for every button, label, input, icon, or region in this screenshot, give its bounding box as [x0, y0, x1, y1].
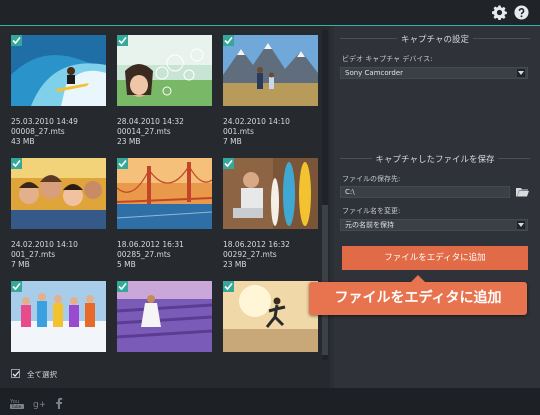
rename-label: ファイル名を変更: [342, 207, 401, 215]
thumbnail-surfer[interactable] [11, 35, 106, 106]
file-date: 24.02.2010 14:10 [223, 117, 290, 126]
runner-sunset-image [223, 281, 318, 352]
golden-gate-bridge-image [117, 158, 212, 229]
chevron-down-icon[interactable] [517, 69, 525, 77]
file-name: 001_27.mts [11, 250, 56, 259]
thumbnail-laptop-surfboards[interactable] [223, 158, 318, 229]
thumbnail-runner-sunset[interactable] [223, 281, 318, 352]
file-name: 00008_27.mts [11, 127, 65, 136]
thumbnail-checkbox[interactable] [117, 281, 128, 292]
file-name: 00292_27.mts [223, 250, 277, 259]
thumbnail-checkbox[interactable] [117, 158, 128, 169]
thumbnail-bubbles[interactable] [117, 35, 212, 106]
thumbnail-info: 24.02.2010 14:10 001_27.mts 7 MB [11, 240, 111, 270]
device-select-value: Sony Camcorder [345, 69, 404, 77]
save-location-label: ファイルの保存先: [342, 175, 401, 183]
capture-settings-title: キャプチャの設定 [397, 35, 473, 45]
checkbox-box[interactable] [11, 369, 20, 378]
file-size: 23 MB [117, 137, 141, 146]
file-name: 001.mts [223, 127, 254, 136]
bubbles-image [117, 35, 212, 106]
file-size: 23 MB [223, 260, 247, 269]
thumbnail-info: 24.02.2010 14:10 001.mts 7 MB [223, 117, 323, 147]
rename-select[interactable]: 元の名前を保持 [340, 219, 528, 231]
callout-pointer [410, 275, 426, 283]
add-to-editor-button[interactable]: ファイルをエディタに追加 [342, 246, 528, 270]
thumbnail-friends-selfie[interactable] [11, 158, 106, 229]
thumbnail-info: 18.06.2012 16:31 00285_27.mts 5 MB [117, 240, 217, 270]
thumbnail-info: 28.04.2010 14:32 00014_27.mts 23 MB [117, 117, 217, 147]
thumbnail-mountains[interactable] [223, 35, 318, 106]
file-size: 7 MB [223, 137, 242, 146]
thumbnail-info: 18.06.2012 16:32 00292_27.mts 23 MB [223, 240, 323, 270]
folder-icon[interactable] [516, 187, 529, 197]
thumbnail-checkbox[interactable] [223, 35, 234, 46]
file-date: 25.03.2010 14:49 [11, 117, 78, 126]
help-icon[interactable] [514, 5, 529, 20]
capture-settings-heading: キャプチャの設定 [340, 33, 530, 45]
bottom-bar [0, 388, 540, 415]
gear-icon[interactable] [492, 5, 507, 20]
laptop-surfboards-image [223, 158, 318, 229]
mountains-image [223, 35, 318, 106]
thumbnail-checkbox[interactable] [11, 158, 22, 169]
file-date: 28.04.2010 14:32 [117, 117, 184, 126]
facebook-icon[interactable] [55, 397, 63, 409]
gallery-scrollbar-thumb[interactable] [322, 205, 328, 355]
file-name: 00285_27.mts [117, 250, 171, 259]
rename-select-value: 元の名前を保持 [345, 221, 394, 229]
device-select[interactable]: Sony Camcorder [340, 67, 528, 79]
thumbnail-info: 25.03.2010 14:49 00008_27.mts 43 MB [11, 117, 111, 147]
chevron-down-icon[interactable] [517, 221, 525, 229]
ski-group-image [11, 281, 106, 352]
device-label: ビデオ キャプチャ デバイス: [342, 55, 433, 63]
save-settings-title: キャプチャしたファイルを保存 [371, 155, 499, 165]
top-bar [0, 0, 540, 26]
add-to-editor-callout: ファイルをエディタに追加 [309, 275, 527, 315]
thumbnail-checkbox[interactable] [223, 158, 234, 169]
thumbnail-ski-group[interactable] [11, 281, 106, 352]
file-size: 7 MB [11, 260, 30, 269]
file-size: 5 MB [117, 260, 136, 269]
thumbnail-checkbox[interactable] [223, 281, 234, 292]
thumbnail-golden-gate[interactable] [117, 158, 212, 229]
file-date: 18.06.2012 16:32 [223, 240, 290, 249]
thumbnail-checkbox[interactable] [11, 281, 22, 292]
svg-text:Tube: Tube [11, 404, 22, 409]
checkmark-icon [12, 371, 20, 377]
thumbnail-checkbox[interactable] [11, 35, 22, 46]
select-all-label: 全て選択 [27, 370, 57, 379]
youtube-icon[interactable]: You Tube [10, 397, 25, 409]
save-location-input[interactable]: C:\ [340, 186, 510, 198]
thumbnail-lavender-field[interactable] [117, 281, 212, 352]
file-size: 43 MB [11, 137, 35, 146]
lavender-field-image [117, 281, 212, 352]
file-date: 18.06.2012 16:31 [117, 240, 184, 249]
google-plus-icon[interactable]: g+ [33, 397, 45, 409]
file-date: 24.02.2010 14:10 [11, 240, 78, 249]
file-name: 00014_27.mts [117, 127, 171, 136]
surfer-image [11, 35, 106, 106]
friends-selfie-image [11, 158, 106, 229]
save-settings-heading: キャプチャしたファイルを保存 [340, 153, 530, 165]
svg-text:g+: g+ [33, 400, 45, 409]
callout-text: ファイルをエディタに追加 [334, 290, 502, 306]
thumbnail-checkbox[interactable] [117, 35, 128, 46]
